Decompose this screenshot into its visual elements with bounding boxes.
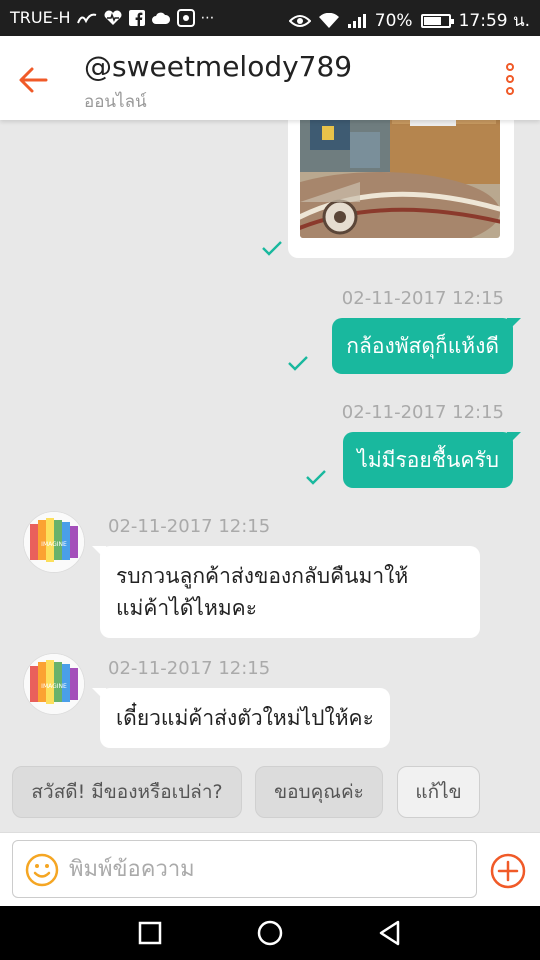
chat-header: @sweetmelody789 ออนไลน์ (0, 36, 540, 120)
incoming-message-bubble[interactable]: เดี๋ยวแม่ค้าส่งตัวใหม่ไปให้คะ (92, 688, 390, 748)
message-input[interactable] (69, 849, 464, 889)
image-message[interactable] (288, 120, 514, 258)
health-icon (104, 10, 121, 25)
imagine-logo: IMAGINE (24, 512, 84, 572)
sent-check-icon (262, 241, 282, 256)
home-icon[interactable] (256, 919, 284, 947)
cloud-icon (151, 12, 170, 24)
facebook-icon (128, 9, 145, 26)
status-bar: TRUE-H ⋯ 70% 17:59 น. (0, 0, 540, 36)
back-icon[interactable] (376, 919, 404, 947)
imagine-logo: IMAGINE (24, 654, 84, 714)
contact-avatar[interactable]: IMAGINE (24, 512, 84, 572)
parcel-photo[interactable] (300, 120, 500, 238)
message-timestamp: 02-11-2017 12:15 (108, 658, 271, 679)
svg-text:IMAGINE: IMAGINE (41, 683, 67, 690)
message-timestamp: 02-11-2017 12:15 (108, 516, 271, 537)
online-status: ออนไลน์ (84, 92, 147, 112)
clock: 17:59 น. (458, 11, 530, 31)
message-line: รบกวนลูกค้าส่งของกลับคืนมาให้ (116, 564, 409, 588)
back-arrow-icon[interactable] (14, 60, 54, 100)
message-timestamp: 02-11-2017 12:15 (341, 288, 504, 309)
chat-thread[interactable]: 02-11-2017 12:15 กล้องพัสดุก็แห้งดี 02-1… (0, 120, 540, 756)
cellular-signal-icon (347, 13, 366, 28)
outgoing-message-bubble[interactable]: ไม่มีรอยชื้นครับ (343, 432, 521, 488)
incoming-message-bubble[interactable]: รบกวนลูกค้าส่งของกลับคืนมาให้ แม่ค้าได้ไ… (92, 546, 480, 638)
quick-replies: สวัสดี! มีของหรือเปล่า? ขอบคุณค่ะ แก้ไข (0, 756, 540, 832)
contact-avatar[interactable]: IMAGINE (24, 654, 84, 714)
battery-percent: 70% (374, 10, 413, 31)
more-vert-icon[interactable] (500, 62, 520, 96)
signal-quality-icon (76, 13, 96, 23)
composer (0, 832, 540, 906)
message-input-box[interactable] (12, 840, 477, 898)
add-attachment-icon[interactable] (489, 852, 527, 890)
recents-icon[interactable] (136, 919, 164, 947)
wifi-icon (318, 12, 339, 28)
outgoing-message-bubble[interactable]: กล้องพัสดุก็แห้งดี (332, 318, 521, 374)
more-notifications-icon: ⋯ (200, 9, 215, 26)
quick-reply-button[interactable]: สวัสดี! มีของหรือเปล่า? (12, 766, 242, 818)
battery-icon (420, 13, 454, 28)
sent-check-icon (288, 356, 308, 371)
sync-icon (176, 8, 195, 27)
svg-text:IMAGINE: IMAGINE (41, 541, 67, 548)
eye-icon (288, 14, 311, 27)
message-line: แม่ค้าได้ไหมคะ (116, 596, 257, 620)
message-timestamp: 02-11-2017 12:15 (341, 402, 504, 423)
contact-name: @sweetmelody789 (84, 50, 353, 83)
navigation-bar (0, 906, 540, 960)
edit-quick-replies-button[interactable]: แก้ไข (397, 766, 480, 818)
message-line: เดี๋ยวแม่ค้าส่งตัวใหม่ไปให้คะ (116, 706, 374, 730)
carrier-label: TRUE-H (10, 8, 71, 27)
sent-check-icon (306, 470, 326, 485)
quick-reply-button[interactable]: ขอบคุณค่ะ (255, 766, 383, 818)
emoji-icon[interactable] (25, 853, 59, 887)
